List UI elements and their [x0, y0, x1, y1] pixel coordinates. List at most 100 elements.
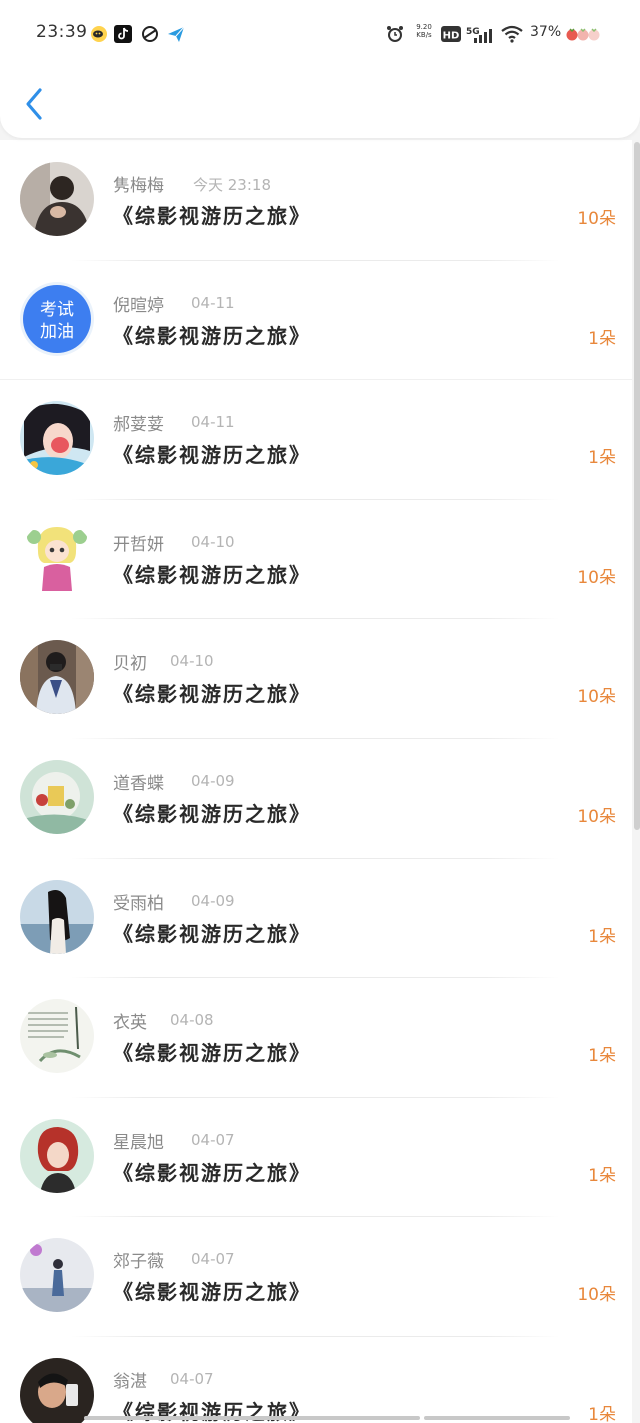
divider — [70, 1335, 560, 1337]
list-item[interactable]: 道香蝶 04-09 《综影视游历之旅》 10朵 — [0, 737, 632, 858]
top-bar: 23:39 9.20 KB/s HD 5G 37% — [0, 0, 640, 138]
send-date: 04-09 — [191, 771, 235, 790]
list-item[interactable]: 星晨旭 04-07 《综影视游历之旅》 1朵 — [0, 1096, 632, 1217]
alarm-icon — [387, 26, 403, 42]
avatar[interactable] — [20, 1238, 94, 1313]
book-title[interactable]: 《综影视游历之旅》 — [113, 1037, 311, 1066]
network-type-label: 5G — [466, 27, 480, 37]
book-title[interactable]: 《综影视游历之旅》 — [113, 678, 311, 707]
divider — [70, 618, 560, 620]
network-speed-unit: KB/s — [416, 31, 432, 39]
gift-record-list: 隽梅梅 今天 23:18 《综影视游历之旅》 10朵 考试 加油 倪暄婷 04-… — [0, 140, 632, 1423]
list-item[interactable]: 郊子薇 04-07 《综影视游历之旅》 10朵 — [0, 1216, 632, 1336]
flower-count: 1朵 — [588, 926, 616, 947]
list-item[interactable]: 郝荽荽 04-11 《综影视游历之旅》 1朵 — [0, 379, 632, 499]
divider — [70, 498, 560, 500]
book-title[interactable]: 《综影视游历之旅》 — [113, 918, 311, 947]
network-speed-value: 9.20 — [416, 23, 432, 31]
send-date: 04-07 — [191, 1130, 235, 1149]
book-title[interactable]: 《综影视游历之旅》 — [113, 1276, 311, 1305]
sender-name: 道香蝶 — [113, 773, 164, 794]
list-item[interactable]: 翁湛 04-07 《综影视游历之旅》 1朵 — [0, 1335, 632, 1423]
status-time: 23:39 — [36, 22, 88, 42]
divider — [70, 1096, 560, 1098]
avatar-badge-line1: 考试 — [40, 300, 74, 320]
battery-level: 37% — [530, 24, 562, 40]
send-icon — [168, 26, 185, 42]
horizontal-scrollbar[interactable] — [84, 1416, 420, 1420]
book-title[interactable]: 《综影视游历之旅》 — [113, 798, 311, 827]
list-item[interactable]: 考试 加油 倪暄婷 04-11 《综影视游历之旅》 1朵 — [0, 259, 632, 380]
list-item[interactable]: 贝初 04-10 《综影视游历之旅》 10朵 — [0, 618, 632, 738]
send-date: 今天 23:18 — [193, 176, 271, 194]
flower-count: 10朵 — [577, 687, 616, 708]
sender-name: 郝荽荽 — [113, 415, 164, 436]
flower-count: 10朵 — [577, 567, 616, 588]
sender-name: 贝初 — [113, 654, 147, 675]
back-button[interactable] — [22, 86, 46, 122]
flower-count: 1朵 — [588, 1165, 616, 1186]
sender-name: 翁湛 — [113, 1371, 147, 1392]
status-bar: 23:39 9.20 KB/s HD 5G 37% — [0, 0, 640, 66]
list-item[interactable]: 隽梅梅 今天 23:18 《综影视游历之旅》 10朵 — [0, 140, 632, 260]
sender-name: 隽梅梅 — [113, 176, 164, 196]
divider — [70, 977, 560, 979]
battery-berry-icon — [566, 28, 600, 41]
divider — [0, 379, 632, 381]
book-title[interactable]: 《综影视游历之旅》 — [113, 439, 311, 468]
horizontal-scrollbar-secondary[interactable] — [424, 1416, 570, 1420]
send-date: 04-09 — [191, 891, 235, 910]
sender-name: 星晨旭 — [113, 1132, 164, 1153]
flower-count: 1朵 — [588, 328, 616, 349]
divider — [70, 1216, 560, 1218]
flower-count: 10朵 — [577, 1285, 616, 1306]
wechat-icon — [91, 26, 107, 42]
send-date: 04-08 — [170, 1011, 214, 1030]
hd-label: HD — [443, 31, 460, 42]
sender-name: 受雨柏 — [113, 893, 164, 914]
scrollbar[interactable] — [634, 142, 640, 830]
chevron-left-icon — [26, 88, 42, 120]
sender-name: 倪暄婷 — [113, 295, 164, 316]
send-date: 04-10 — [170, 652, 214, 671]
sender-name: 衣英 — [113, 1013, 147, 1034]
send-date: 04-11 — [191, 293, 235, 312]
list-item[interactable]: 开哲妍 04-10 《综影视游历之旅》 10朵 — [0, 498, 632, 619]
flower-count: 1朵 — [588, 1404, 616, 1423]
send-date: 04-11 — [191, 413, 235, 432]
avatar[interactable] — [20, 999, 94, 1074]
send-date: 04-07 — [191, 1250, 235, 1269]
book-title[interactable]: 《综影视游历之旅》 — [113, 320, 311, 349]
book-title[interactable]: 《综影视游历之旅》 — [113, 200, 311, 229]
flower-count: 1朵 — [588, 1046, 616, 1067]
network-speed: 9.20 KB/s — [412, 23, 436, 39]
flower-count: 1朵 — [588, 448, 616, 469]
avatar[interactable] — [20, 162, 94, 236]
list-item[interactable]: 受雨柏 04-09 《综影视游历之旅》 1朵 — [0, 857, 632, 978]
send-date: 04-10 — [191, 532, 235, 551]
divider — [70, 259, 560, 261]
wifi-icon — [501, 25, 523, 43]
avatar[interactable] — [20, 1357, 94, 1423]
sync-icon — [142, 26, 158, 42]
hd-icon: HD — [441, 26, 461, 42]
avatar[interactable] — [20, 1118, 94, 1193]
book-title[interactable]: 《综影视游历之旅》 — [113, 1157, 311, 1186]
book-title[interactable]: 《综影视游历之旅》 — [113, 559, 311, 588]
sender-name: 开哲妍 — [113, 534, 164, 555]
avatar[interactable] — [20, 401, 94, 476]
avatar[interactable] — [20, 879, 94, 954]
avatar-badge-line2: 加油 — [40, 322, 74, 342]
send-date: 04-07 — [170, 1369, 214, 1388]
avatar[interactable] — [20, 520, 94, 595]
avatar[interactable]: 考试 加油 — [20, 281, 94, 356]
flower-count: 10朵 — [577, 209, 616, 229]
avatar[interactable] — [20, 640, 94, 715]
flower-count: 10朵 — [577, 806, 616, 827]
list-item[interactable]: 衣英 04-08 《综影视游历之旅》 1朵 — [0, 977, 632, 1097]
sender-name: 郊子薇 — [113, 1252, 164, 1273]
signal-icon: 5G — [466, 27, 492, 43]
divider — [70, 737, 560, 739]
divider — [70, 857, 560, 859]
avatar[interactable] — [20, 759, 94, 834]
